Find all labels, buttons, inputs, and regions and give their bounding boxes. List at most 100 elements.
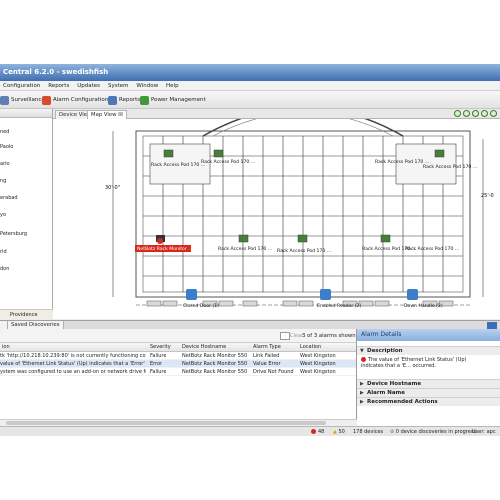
power-management-icon — [140, 95, 149, 105]
surveillance-button[interactable]: Surveillance — [0, 94, 45, 106]
door-sensor-icon[interactable] — [186, 289, 197, 300]
horizontal-scrollbar[interactable] — [0, 419, 357, 426]
floor-plan-svg: 30'-0" 25'-0 Rack Access Pod 170 ... Rac… — [105, 106, 494, 309]
menu-window[interactable]: Window — [133, 81, 161, 91]
alarm-details-panel: Alarm Details ▼ Description The value of… — [357, 329, 500, 426]
alarm-location: West Kingston — [300, 353, 336, 359]
alarm-type: Value Error — [253, 361, 281, 367]
alarm-hostname: NetBotz Rack Monitor 550 — [182, 353, 248, 359]
window-title: Central 6.2.0 - swedishfish — [0, 64, 500, 81]
toolbar: Surveillance Alarm Configuration Reports… — [0, 91, 500, 109]
recommended-actions-section[interactable]: ▶ Recommended Actions — [357, 397, 500, 406]
alarm-description: ystem was configured to use an add-on or… — [0, 369, 146, 375]
alarm-hostname: NetBotz Rack Monitor 550 — [182, 361, 248, 367]
pod-label[interactable]: Rack Access Pod 170 ... — [375, 159, 429, 165]
warning-count-value: 50 — [338, 429, 345, 435]
alarm-row[interactable]: tk 'http://10.218.10.239:80' is not curr… — [0, 352, 356, 360]
warning-count[interactable]: ▲ 50 — [333, 427, 345, 436]
application-window: Central 6.2.0 - swedishfish Configuratio… — [0, 64, 500, 436]
menu-help[interactable]: Help — [163, 81, 182, 91]
site-tree-panel: ned Paolo ario ng erabad yo Petersburg r… — [0, 109, 53, 319]
column-severity[interactable]: Severity — [150, 343, 171, 352]
zoom-fit-icon[interactable] — [472, 110, 479, 117]
description-section[interactable]: ▼ Description — [357, 346, 500, 355]
discovery-status: ⊘ 0 device discoveries in progress. — [390, 427, 478, 436]
site-item[interactable]: don — [0, 266, 9, 272]
alarm-row-selected[interactable]: value of 'Ethernet Link Status' (Up) ind… — [0, 360, 356, 368]
pod-label[interactable]: Rack Access Pod 170 ... — [218, 246, 272, 252]
column-alarm-type[interactable]: Alarm Type — [253, 343, 281, 352]
site-item[interactable]: rid — [0, 249, 7, 255]
surveillance-icon — [0, 95, 9, 105]
clear-button[interactable]: Clear — [289, 332, 303, 340]
sensor-label[interactable]: Enabled Reader (2) — [317, 303, 361, 309]
site-item[interactable]: erabad — [0, 195, 18, 201]
pod-label[interactable]: Rack Access Pod 170 ... — [405, 246, 459, 252]
error-status-icon — [311, 429, 316, 434]
menu-updates[interactable]: Updates — [74, 81, 103, 91]
ceiling-arc — [202, 106, 404, 137]
recommended-actions-header: Recommended Actions — [367, 399, 438, 405]
description-text: The value of 'Ethernet Link Status' (Up)… — [361, 357, 467, 369]
collapsed-triangle-icon: ▶ — [360, 399, 364, 405]
menu-bar: Configuration Reports Updates System Win… — [0, 81, 500, 91]
menu-configuration[interactable]: Configuration — [0, 81, 43, 91]
device-hostname-section[interactable]: ▶ Device Hostname — [357, 379, 500, 388]
device-hostname-header: Device Hostname — [367, 381, 422, 387]
tab-map-view[interactable]: Map View ☒ — [87, 110, 127, 119]
alarm-device-label[interactable]: NetBotz Rack Monitor ... — [137, 246, 193, 252]
scrollbar-thumb[interactable] — [6, 421, 326, 425]
panel-toggle-icon[interactable] — [487, 322, 497, 329]
alarm-location: West Kingston — [300, 369, 336, 375]
current-user: User: apc — [472, 429, 496, 435]
site-item[interactable]: ned — [0, 129, 9, 135]
device-count: 178 devices — [353, 429, 384, 435]
column-description[interactable]: ion — [2, 343, 10, 352]
handle-sensor-icon[interactable] — [407, 289, 418, 300]
sensor-label[interactable]: Down Handle (2) — [404, 303, 443, 309]
column-location[interactable]: Location — [300, 343, 321, 352]
error-icon — [361, 357, 366, 362]
site-item-selected[interactable]: Providence — [0, 309, 53, 319]
error-count[interactable]: 48 — [311, 427, 324, 436]
view-tabs: Device View Map View ☒ — [53, 109, 500, 119]
site-item[interactable]: Petersburg — [0, 231, 27, 237]
alarm-device-icon[interactable] — [156, 235, 165, 244]
site-item[interactable]: ng — [0, 178, 6, 184]
alarm-name-header: Alarm Name — [367, 390, 405, 396]
alarm-severity: Failure — [150, 369, 167, 375]
site-item[interactable]: ario — [0, 161, 10, 167]
zoom-reset-icon[interactable] — [481, 110, 488, 117]
alarm-row[interactable]: ystem was configured to use an add-on or… — [0, 368, 356, 376]
menu-reports[interactable]: Reports — [45, 81, 72, 91]
reports-label: Reports — [119, 97, 141, 103]
alarm-configuration-button[interactable]: Alarm Configuration — [42, 94, 108, 106]
site-tree-header — [0, 109, 52, 118]
alarm-table-header: ion Severity Device Hostname Alarm Type … — [0, 343, 356, 352]
zoom-in-icon[interactable] — [454, 110, 461, 117]
pod-label[interactable]: Rack Access Pod 170 ... — [423, 164, 477, 170]
menu-system[interactable]: System — [105, 81, 132, 91]
pod-label[interactable]: Rack Access Pod 170 ... — [201, 159, 255, 165]
close-tab-icon[interactable]: ☒ — [118, 112, 123, 118]
description-body: The value of 'Ethernet Link Status' (Up)… — [361, 357, 489, 369]
floor-map: 30'-0" 25'-0 Rack Access Pod 170 ... Rac… — [53, 106, 500, 319]
dimension-label-right: 25'-0 — [481, 193, 494, 199]
alarm-name-section[interactable]: ▶ Alarm Name — [357, 388, 500, 397]
power-management-label: Power Management — [151, 97, 206, 103]
zoom-actual-icon[interactable] — [490, 110, 497, 117]
status-bar: 48 ▲ 50 178 devices ⊘ 0 device discoveri… — [0, 426, 500, 436]
sensor-label[interactable]: Closed Door (1) — [183, 303, 219, 309]
reader-sensor-icon[interactable] — [320, 289, 331, 300]
power-management-button[interactable]: Power Management — [140, 94, 206, 106]
alarm-type: Link Failed — [253, 353, 280, 359]
zoom-out-icon[interactable] — [463, 110, 470, 117]
alarm-location: West Kingston — [300, 361, 336, 367]
site-item[interactable]: yo — [0, 212, 6, 218]
reports-icon — [108, 95, 117, 105]
pod-label[interactable]: Rack Access Pod 170 ... — [151, 162, 205, 168]
pod-label[interactable]: Rack Access Pod 170 ... — [277, 248, 331, 254]
reports-button[interactable]: Reports — [108, 94, 140, 106]
site-item[interactable]: Paolo — [0, 144, 13, 150]
column-device-hostname[interactable]: Device Hostname — [182, 343, 226, 352]
